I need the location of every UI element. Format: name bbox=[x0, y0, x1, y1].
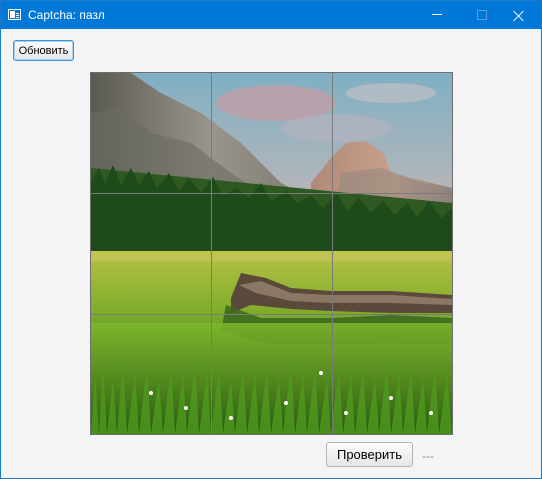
app-window: Captcha: пазл Обновить Проверить --- bbox=[0, 0, 542, 479]
window-title: Captcha: пазл bbox=[28, 8, 105, 22]
puzzle-tile[interactable] bbox=[333, 315, 452, 434]
puzzle-tile[interactable] bbox=[91, 194, 212, 315]
title-bar[interactable]: Captcha: пазл bbox=[1, 1, 541, 29]
content-area: Обновить Проверить --- bbox=[1, 29, 541, 478]
puzzle-tile[interactable] bbox=[91, 73, 212, 194]
status-text: --- bbox=[422, 449, 434, 463]
close-button[interactable] bbox=[495, 1, 541, 29]
puzzle-board bbox=[90, 72, 453, 435]
maximize-icon bbox=[477, 10, 487, 20]
puzzle-tile[interactable] bbox=[91, 315, 212, 434]
close-icon bbox=[513, 10, 524, 21]
minimize-icon bbox=[432, 14, 442, 15]
refresh-button[interactable]: Обновить bbox=[13, 40, 74, 61]
puzzle-tile[interactable] bbox=[212, 315, 333, 434]
minimize-button[interactable] bbox=[414, 1, 460, 29]
puzzle-tile[interactable] bbox=[212, 194, 333, 315]
app-window-icon bbox=[8, 9, 21, 20]
check-button[interactable]: Проверить bbox=[326, 442, 413, 467]
puzzle-tile[interactable] bbox=[333, 194, 452, 315]
puzzle-tile[interactable] bbox=[212, 73, 333, 194]
puzzle-tile[interactable] bbox=[333, 73, 452, 194]
